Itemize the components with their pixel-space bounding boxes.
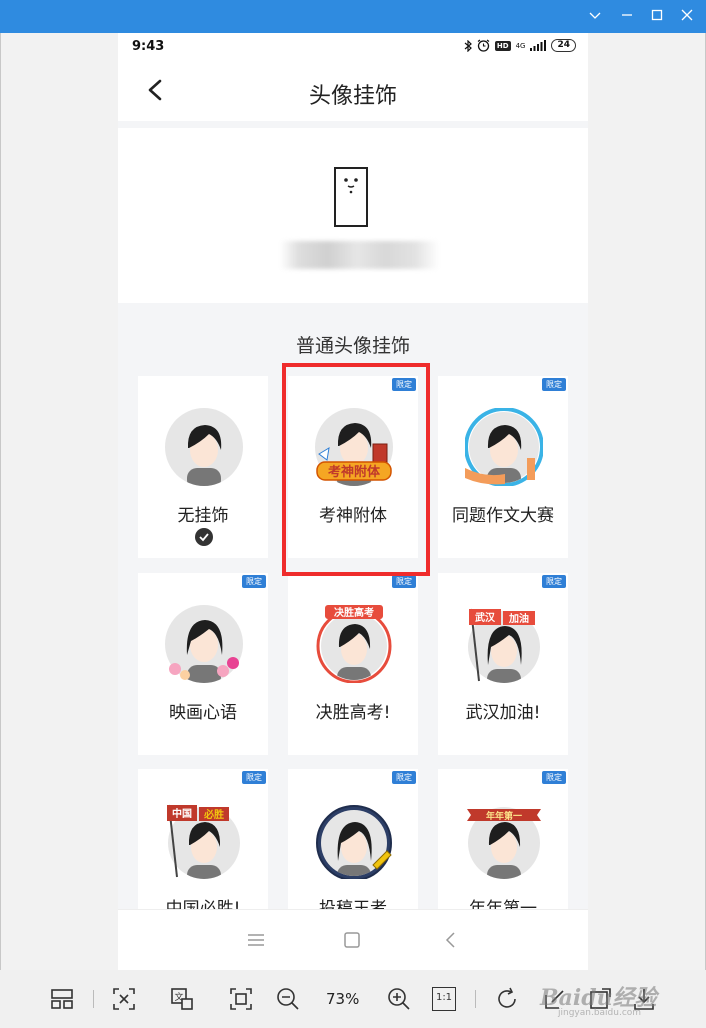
decoration-card-tongti[interactable]: 限定 同题作文大赛 [438,376,568,558]
card-label: 同题作文大赛 [452,506,554,526]
card-label: 武汉加油! [465,703,541,723]
frame-text-zhongguo-b: 必胜 [203,808,224,821]
profile-preview [118,128,588,303]
home-icon [344,932,360,948]
hd-badge: HD [494,40,511,51]
avatar-tongti-icon [465,408,543,486]
actual-size-button[interactable]: 1:1 [432,987,456,1011]
avatar-plain-icon [165,408,243,486]
status-bar: 9:43 HD 4G 24 [118,33,588,61]
section-title: 普通头像挂饰 [295,335,410,357]
frame-text-juesheng: 决胜高考 [334,606,374,619]
crop-icon[interactable] [229,987,253,1011]
avatar-zhongguo-icon: 中国 必胜 [167,804,240,879]
decoration-card-yinghua[interactable]: 限定 映画心语 [138,573,268,755]
limited-badge: 限定 [542,575,566,588]
signal-icon [530,40,547,51]
toolbar-divider [93,990,94,1008]
decoration-card-niannian[interactable]: 限定 年年第一 年年第一 [438,769,568,909]
status-icons: HD 4G 24 [464,39,576,52]
limited-badge: 限定 [392,771,416,784]
card-label: 年年第一 [469,899,537,909]
selected-check-icon [195,528,213,546]
zoom-in-icon[interactable] [387,987,411,1011]
chevron-down-icon[interactable] [584,7,606,27]
highlight-frame [282,363,430,576]
avatar-wuhan-icon: 武汉 加油 [468,608,540,683]
rotate-icon[interactable] [495,987,519,1011]
home-button[interactable] [341,930,363,950]
viewer-titlebar [0,0,706,33]
card-label: 无挂饰 [177,506,229,526]
alarm-icon [477,39,490,52]
maximize-button[interactable] [646,7,668,27]
user-avatar [334,167,368,227]
limited-badge: 限定 [392,575,416,588]
card-label: 决胜高考! [315,703,391,723]
zoom-out-icon[interactable] [276,987,300,1011]
zoom-level: 73% [326,990,360,1008]
menu-icon [248,934,264,946]
frame-text-zhongguo-a: 中国 [172,807,192,820]
system-nav-bar [118,909,588,970]
decoration-card-juesheng[interactable]: 限定 决胜高考 决胜高考! [288,573,418,755]
card-label: 投稿王者 [319,899,387,909]
status-time: 9:43 [132,39,165,54]
decoration-card-zhongguo[interactable]: 限定 中国 必胜 中国必胜! [138,769,268,909]
card-label: 映画心语 [169,703,237,723]
page-title: 头像挂饰 [308,84,397,109]
limited-badge: 限定 [242,771,266,784]
avatar-yinghua-icon [165,605,243,683]
menu-button[interactable] [245,930,267,950]
battery-indicator: 24 [551,39,576,52]
close-button[interactable] [676,7,698,27]
avatar-juesheng-icon: 决胜高考 [316,605,392,683]
decoration-card-wuhan[interactable]: 限定 武汉 加油 武汉加油! [438,573,568,755]
system-back-button[interactable] [440,930,462,950]
avatar-niannian-icon: 年年第一 [467,807,541,879]
network-type: 4G [515,41,526,50]
bluetooth-icon [464,39,472,52]
frame-text-wuhan-b: 加油 [508,612,529,625]
username-blurred [280,241,440,269]
decoration-card-none[interactable]: 无挂饰 [138,376,268,558]
decoration-card-tougao[interactable]: 限定 投稿王者 [288,769,418,909]
limited-badge: 限定 [242,575,266,588]
limited-badge: 限定 [542,378,566,391]
nav-bar: 头像挂饰 [118,61,588,121]
ocr-icon[interactable]: 文 [170,987,194,1011]
phone-screen: 9:43 HD 4G 24 头像挂饰 普通头像挂饰 无挂饰 限定 考神附体 考神… [118,33,588,970]
toolbar-divider [475,990,476,1008]
avatar-tougao-icon [316,805,392,879]
frame-text-niannian: 年年第一 [486,810,522,822]
card-label: 中国必胜! [165,899,241,909]
minimize-button[interactable] [616,7,638,27]
watermark-url: jingyan.baidu.com [558,1008,642,1018]
thumbnail-icon[interactable] [50,987,74,1011]
frame-text-wuhan-a: 武汉 [475,611,496,624]
fit-screen-icon[interactable] [112,987,136,1011]
chevron-left-icon [445,932,455,948]
limited-badge: 限定 [542,771,566,784]
